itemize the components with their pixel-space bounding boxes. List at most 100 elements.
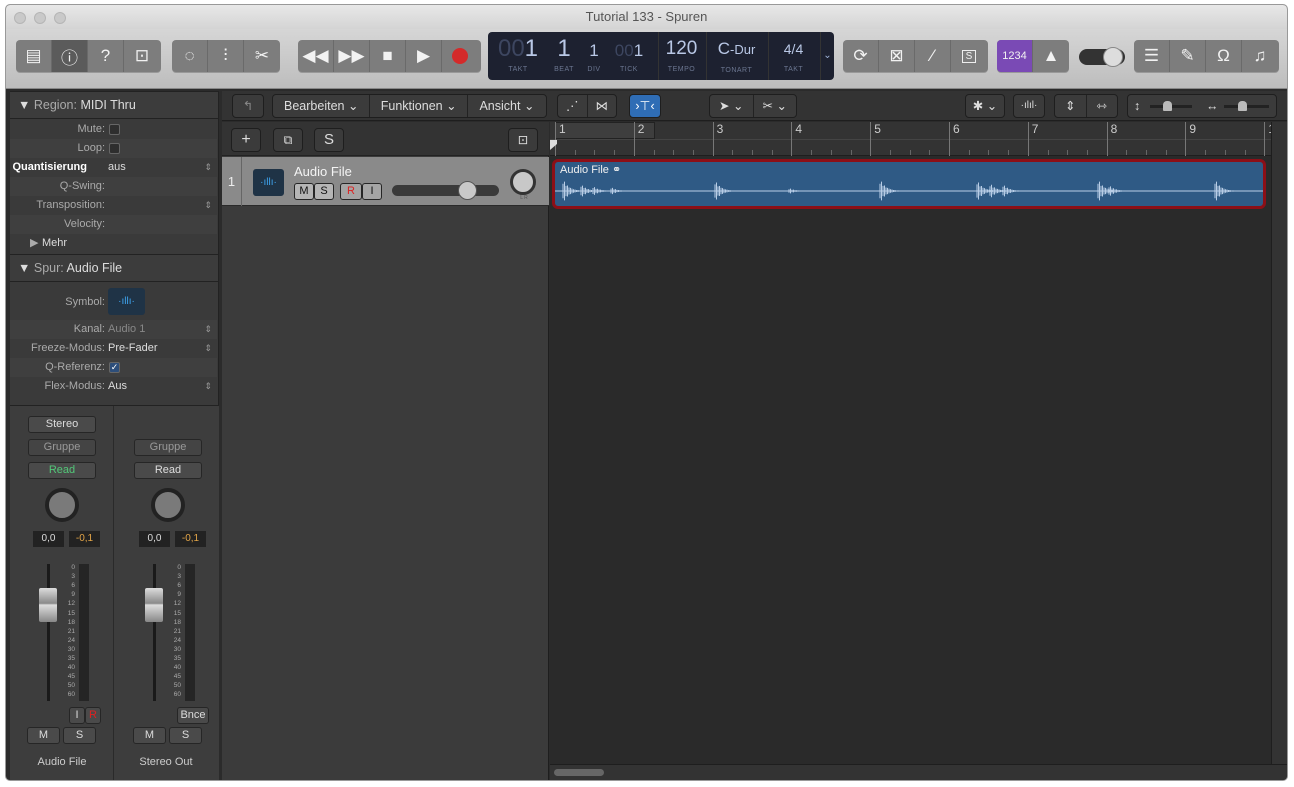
inspector-icon[interactable]: ⓘ	[52, 40, 88, 72]
volume-fader[interactable]	[47, 564, 50, 701]
autopunch-icon[interactable]: ⊠	[879, 40, 915, 72]
track-symbol-icon[interactable]: ·ıllı·	[108, 288, 145, 315]
horizontal-fit-icon[interactable]: ⇿	[1087, 95, 1118, 117]
library-icon[interactable]: ▤	[16, 40, 52, 72]
pan-knob[interactable]	[45, 488, 79, 522]
list-editors-icon[interactable]: ☰	[1134, 40, 1170, 72]
mixer-icon[interactable]: ⫶	[208, 40, 244, 72]
track-param-row[interactable]: Flex-Modus: Aus ⇕	[10, 377, 217, 396]
format-button[interactable]: Stereo	[28, 416, 96, 433]
region-inspector-header[interactable]: ▼ Region: MIDI Thru	[10, 91, 218, 119]
param-value[interactable]: Aus	[108, 377, 127, 396]
track-param-row[interactable]: Symbol: ·ıllı·	[10, 284, 217, 320]
loop-browser-icon[interactable]: Ω	[1206, 40, 1242, 72]
up-arrow-icon[interactable]: ↰	[232, 94, 264, 118]
add-track-button[interactable]: +	[231, 128, 261, 152]
flex-icon[interactable]: ⋈	[588, 95, 617, 117]
track-record-button[interactable]: R	[340, 183, 362, 200]
region-param-row[interactable]: Loop:	[10, 139, 217, 158]
quick-help-icon[interactable]: ?	[88, 40, 124, 72]
vertical-scrollbar[interactable]	[1271, 122, 1287, 764]
settings-gear-icon[interactable]: ✱ ⌄	[965, 94, 1005, 118]
region-param-row[interactable]: Transposition: ⇕	[10, 196, 217, 215]
horizontal-scrollbar[interactable]	[550, 764, 1287, 780]
notepad-icon[interactable]: ✎	[1170, 40, 1206, 72]
checkbox[interactable]	[109, 124, 120, 135]
mute-button[interactable]: M	[27, 727, 60, 744]
solo-icon[interactable]: S	[951, 40, 987, 72]
track-waveform-icon[interactable]: ·ıllı·	[253, 169, 284, 196]
menu-bearbeiten[interactable]: Bearbeiten ⌄	[273, 95, 371, 117]
cycle-icon[interactable]: ⟳	[843, 40, 879, 72]
q-reference-checkbox[interactable]: ✓	[109, 362, 120, 373]
audio-region[interactable]: Audio File ⚭	[552, 159, 1266, 209]
pan-knob[interactable]	[151, 488, 185, 522]
rewind-icon[interactable]: ◀◀	[298, 40, 334, 72]
track-mute-button[interactable]: M	[294, 183, 314, 200]
pointer-tool-icon[interactable]: ➤ ⌄	[710, 95, 754, 117]
count-in-button[interactable]: 1234	[997, 40, 1033, 72]
input-monitor-button[interactable]: I	[69, 707, 85, 724]
group-slot[interactable]: Gruppe	[28, 439, 96, 456]
bounce-button[interactable]: Bnce	[177, 707, 209, 724]
record-icon[interactable]	[442, 40, 478, 72]
region-param-row[interactable]: Quantisierung aus ⇕	[10, 158, 217, 177]
group-slot[interactable]: Gruppe	[134, 439, 202, 456]
automation-mode[interactable]: Read	[134, 462, 202, 479]
smart-controls-icon[interactable]: ◌	[172, 40, 208, 72]
low-latency-toggle[interactable]	[1079, 47, 1125, 67]
region-param-row[interactable]: Q-Swing:	[10, 177, 217, 196]
tracks-area[interactable]: 12345678910 Audio File ⚭	[550, 122, 1282, 764]
checkbox[interactable]	[109, 143, 120, 154]
ruler[interactable]: 12345678910	[550, 122, 1282, 156]
toolbar-icon[interactable]: ⊡	[124, 40, 160, 72]
param-value[interactable]: Pre-Fader	[108, 339, 158, 358]
track-param-row[interactable]: Freeze-Modus: Pre-Fader ⇕	[10, 339, 217, 358]
tuner-icon[interactable]: ⁄	[915, 40, 951, 72]
sig-numerator[interactable]: 4	[784, 41, 792, 57]
menu-funktionen[interactable]: Funktionen ⌄	[370, 95, 468, 117]
vertical-zoom-slider[interactable]	[1150, 101, 1192, 111]
param-value[interactable]: aus	[108, 158, 126, 177]
track-row[interactable]: 1 ·ıllı· Audio File M S R I L R	[222, 157, 549, 206]
catch-playhead-icon[interactable]: ›⊤‹	[629, 94, 661, 118]
media-browser-icon[interactable]: ♫	[1242, 40, 1278, 72]
close-window-button[interactable]	[14, 12, 26, 24]
record-enable-button[interactable]: R	[85, 707, 101, 724]
region-param-row[interactable]: Velocity:	[10, 215, 217, 234]
track-inspector-header[interactable]: ▼ Spur: Audio File	[10, 254, 218, 282]
param-value[interactable]: Audio 1	[108, 320, 145, 339]
waveform-zoom-icon[interactable]: ·ılıl·	[1013, 94, 1045, 118]
global-tracks-icon[interactable]: ⊡	[508, 128, 538, 152]
track-param-row[interactable]: Q-Referenz: ✓	[10, 358, 217, 377]
lcd-display[interactable]: 001 TAKT 1 BEAT 1 DIV 001 TICK 120 TEMPO C-Du…	[488, 32, 834, 80]
play-icon[interactable]: ▶	[406, 40, 442, 72]
global-solo-button[interactable]: S	[314, 128, 344, 152]
track-name[interactable]: Audio File	[294, 164, 352, 179]
menu-ansicht[interactable]: Ansicht ⌄	[468, 95, 546, 117]
fader-cap[interactable]	[145, 588, 163, 622]
stepper-icon[interactable]: ⇕	[204, 196, 212, 215]
metronome-icon[interactable]: ▲	[1033, 40, 1069, 72]
solo-button[interactable]: S	[169, 727, 202, 744]
stepper-icon[interactable]: ⇕	[204, 339, 212, 358]
vertical-fit-icon[interactable]: ⇕	[1055, 95, 1087, 117]
editors-icon[interactable]: ✂	[244, 40, 280, 72]
volume-fader[interactable]	[153, 564, 156, 701]
more-toggle[interactable]: ▶ Mehr	[10, 234, 217, 253]
region-param-row[interactable]: Mute:	[10, 120, 217, 139]
fader-cap[interactable]	[39, 588, 57, 622]
duplicate-track-icon[interactable]: ⧉	[273, 128, 303, 152]
track-pan-knob[interactable]	[510, 169, 536, 195]
solo-button[interactable]: S	[63, 727, 96, 744]
sig-denominator[interactable]: 4	[795, 41, 803, 57]
stop-icon[interactable]: ■	[370, 40, 406, 72]
track-input-monitor-button[interactable]: I	[362, 183, 382, 200]
tempo-value[interactable]: 120	[659, 32, 704, 66]
stepper-icon[interactable]: ⇕	[204, 377, 212, 396]
stepper-icon[interactable]: ⇕	[204, 320, 212, 339]
horizontal-zoom-slider[interactable]	[1224, 101, 1269, 111]
mute-button[interactable]: M	[133, 727, 166, 744]
scissors-tool-icon[interactable]: ✂ ⌄	[754, 95, 797, 117]
key-value[interactable]: C	[718, 39, 730, 58]
